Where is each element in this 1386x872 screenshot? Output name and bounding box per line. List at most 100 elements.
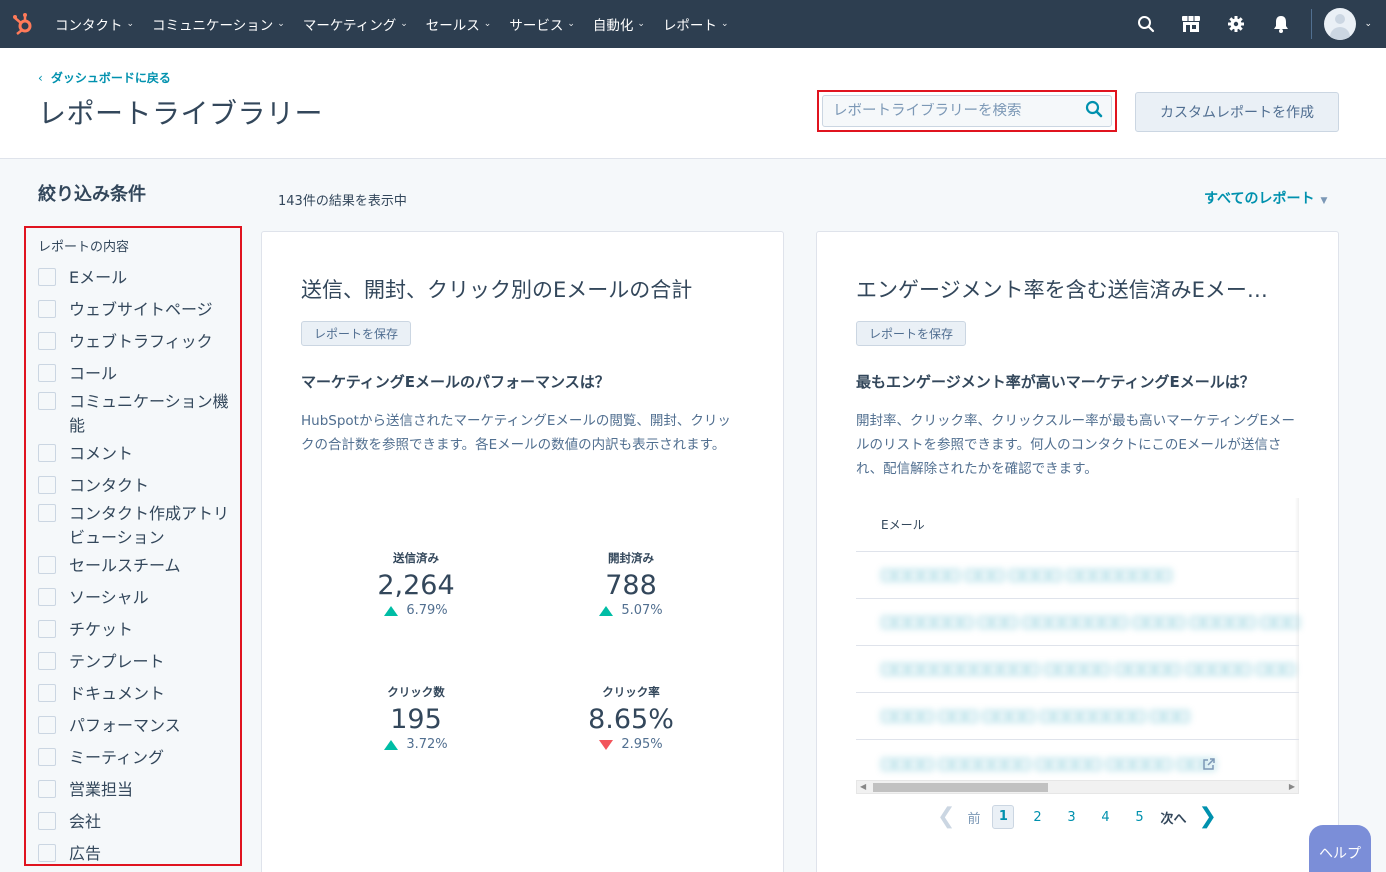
checkbox[interactable] — [38, 556, 56, 574]
checkbox[interactable] — [38, 620, 56, 638]
metric-opened: 開封済み 788 5.07% — [561, 550, 701, 618]
chevron-down-icon: ⌄ — [483, 19, 492, 29]
chevron-down-icon: ⌄ — [637, 19, 645, 29]
filter-option-tickets[interactable]: チケット — [38, 618, 234, 642]
checkbox[interactable] — [38, 504, 56, 522]
filter-option-social[interactable]: ソーシャル — [38, 586, 234, 610]
bell-icon[interactable] — [1258, 0, 1303, 48]
chevron-left-icon[interactable]: ❮ — [937, 806, 955, 828]
nav-item-service[interactable]: サービス ⌄ — [500, 0, 584, 48]
email-table: Eメール □□□□□□ □□□ □□□□ □□□□□□□□ □□□□□□□ □□… — [856, 498, 1300, 794]
checkbox[interactable] — [38, 268, 56, 286]
report-question: 最もエンゲージメント率が高いマーケティングEメールは？ — [856, 373, 1255, 391]
report-card-title[interactable]: 送信、開封、クリック別のEメールの合計 — [301, 274, 751, 304]
report-question: マーケティングEメールのパフォーマンスは？ — [301, 373, 610, 391]
table-row[interactable]: □□□□□□□□□□□□ □□□□□ □□□□□ □□□□□ □□□ — [856, 646, 1299, 693]
nav-item-automation[interactable]: 自動化 ⌄ — [584, 0, 654, 48]
chevron-down-icon: ⌄ — [277, 19, 285, 29]
table-row[interactable]: □□□□□□ □□□ □□□□ □□□□□□□□ — [856, 552, 1299, 599]
filter-option-sales-rep[interactable]: 営業担当 — [38, 778, 234, 802]
filter-option-meetings[interactable]: ミーティング — [38, 746, 234, 770]
checkbox[interactable] — [38, 748, 56, 766]
pagination-page-5[interactable]: 5 — [1122, 810, 1156, 825]
search-input[interactable] — [833, 103, 1085, 119]
filter-option-documents[interactable]: ドキュメント — [38, 682, 234, 706]
search-highlight — [817, 90, 1117, 132]
filter-option-companies[interactable]: 会社 — [38, 810, 234, 834]
nav-item-reports[interactable]: レポート ⌄ — [654, 0, 738, 48]
filter-option-comments[interactable]: コメント — [38, 442, 234, 466]
marketplace-icon[interactable] — [1168, 0, 1213, 48]
chevron-left-icon: ‹ — [38, 71, 43, 85]
chevron-down-icon: ⌄ — [1364, 19, 1372, 29]
external-link-icon[interactable] — [1202, 756, 1215, 775]
save-report-button[interactable]: レポートを保存 — [301, 321, 411, 346]
nav-item-sales[interactable]: セールス ⌄ — [417, 0, 501, 48]
horizontal-scrollbar[interactable]: ◀ ▶ — [856, 780, 1299, 794]
account-menu[interactable]: ⌄ — [1324, 8, 1386, 40]
filter-option-contact-attribution[interactable]: コンタクト作成アトリビューション — [38, 502, 234, 550]
checkbox[interactable] — [38, 716, 56, 734]
report-card-title[interactable]: エンゲージメント率を含む送信済みEメー… — [856, 274, 1306, 304]
gear-icon[interactable] — [1213, 0, 1258, 48]
pagination-next[interactable]: 次へ — [1160, 808, 1186, 827]
nav-item-contacts[interactable]: コンタクト ⌄ — [46, 0, 143, 48]
back-to-dashboard-link[interactable]: ‹ ダッシュボードに戻る — [38, 69, 171, 86]
scrollbar-thumb[interactable] — [873, 783, 1048, 792]
filter-option-performance[interactable]: パフォーマンス — [38, 714, 234, 738]
search-icon[interactable] — [1085, 100, 1103, 122]
nav-item-marketing[interactable]: マーケティング ⌄ — [294, 0, 417, 48]
chevron-right-icon[interactable]: ❯ — [1198, 806, 1216, 828]
report-card: 送信、開封、クリック別のEメールの合計 レポートを保存 マーケティングEメールの… — [261, 231, 784, 872]
filter-panel: レポートの内容 Eメール ウェブサイトページ ウェブトラフィック コール コミュ… — [24, 226, 242, 866]
checkbox[interactable] — [38, 392, 56, 410]
results-count: 143件の結果を表示中 — [278, 194, 407, 209]
metric-click-rate: クリック率 8.65% 2.95% — [588, 685, 674, 752]
filter-option-calls[interactable]: コール — [38, 362, 234, 386]
filter-option-website-pages[interactable]: ウェブサイトページ — [38, 298, 234, 322]
filter-option-sales-team[interactable]: セールスチーム — [38, 554, 234, 578]
filter-option-templates[interactable]: テンプレート — [38, 650, 234, 674]
scroll-right-icon[interactable]: ▶ — [1289, 782, 1295, 791]
checkbox[interactable] — [38, 300, 56, 318]
filter-option-communications[interactable]: コミュニケーション機能 — [38, 390, 234, 438]
report-card: エンゲージメント率を含む送信済みEメー… レポートを保存 最もエンゲージメント率… — [816, 231, 1339, 872]
save-report-button[interactable]: レポートを保存 — [856, 321, 966, 346]
filter-option-web-traffic[interactable]: ウェブトラフィック — [38, 330, 234, 354]
filter-option-ads[interactable]: 広告 — [38, 842, 234, 864]
report-description: 開封率、クリック率、クリックスルー率が最も高いマーケティングEメールのリストを参… — [856, 413, 1296, 477]
table-row[interactable]: □□□□□□□ □□□ □□□□□□□□ □□□□ □□□□□ □□□ — [856, 599, 1300, 646]
checkbox[interactable] — [38, 684, 56, 702]
pagination-page-1[interactable]: 1 — [992, 805, 1015, 829]
hubspot-logo-icon[interactable] — [0, 0, 46, 48]
pagination-page-2[interactable]: 2 — [1020, 810, 1054, 825]
chevron-down-icon: ⌄ — [400, 19, 408, 29]
checkbox[interactable] — [38, 780, 56, 798]
filter-option-email[interactable]: Eメール — [38, 266, 234, 290]
nav-item-communications[interactable]: コミュニケーション ⌄ — [143, 0, 294, 48]
trend-up-icon — [599, 605, 614, 616]
checkbox[interactable] — [38, 332, 56, 350]
report-description: HubSpotから送信されたマーケティングEメールの閲覧、開封、クリックの合計数… — [301, 413, 731, 453]
pagination-prev[interactable]: 前 — [967, 808, 980, 827]
avatar — [1324, 8, 1357, 40]
filter-section-label: レポートの内容 — [38, 240, 130, 255]
checkbox[interactable] — [38, 588, 56, 606]
checkbox[interactable] — [38, 652, 56, 670]
all-reports-dropdown[interactable]: すべてのレポート ▼ — [1204, 188, 1327, 208]
checkbox[interactable] — [38, 844, 56, 862]
pagination-page-3[interactable]: 3 — [1054, 810, 1088, 825]
checkbox[interactable] — [38, 444, 56, 462]
create-custom-report-button[interactable]: カスタムレポートを作成 — [1135, 92, 1339, 132]
filter-title: 絞り込み条件 — [38, 184, 146, 205]
search-icon[interactable] — [1123, 0, 1168, 48]
checkbox[interactable] — [38, 476, 56, 494]
pagination: ❮ 前 1 2 3 4 5 次へ ❯ — [937, 802, 1217, 832]
pagination-page-4[interactable]: 4 — [1088, 810, 1122, 825]
scroll-left-icon[interactable]: ◀ — [860, 782, 866, 791]
table-row[interactable]: □□□□ □□□ □□□□ □□□□□□□□ □□□ — [856, 693, 1299, 740]
help-button[interactable]: ヘルプ — [1309, 825, 1371, 872]
checkbox[interactable] — [38, 812, 56, 830]
checkbox[interactable] — [38, 364, 56, 382]
filter-option-contacts[interactable]: コンタクト — [38, 474, 234, 498]
